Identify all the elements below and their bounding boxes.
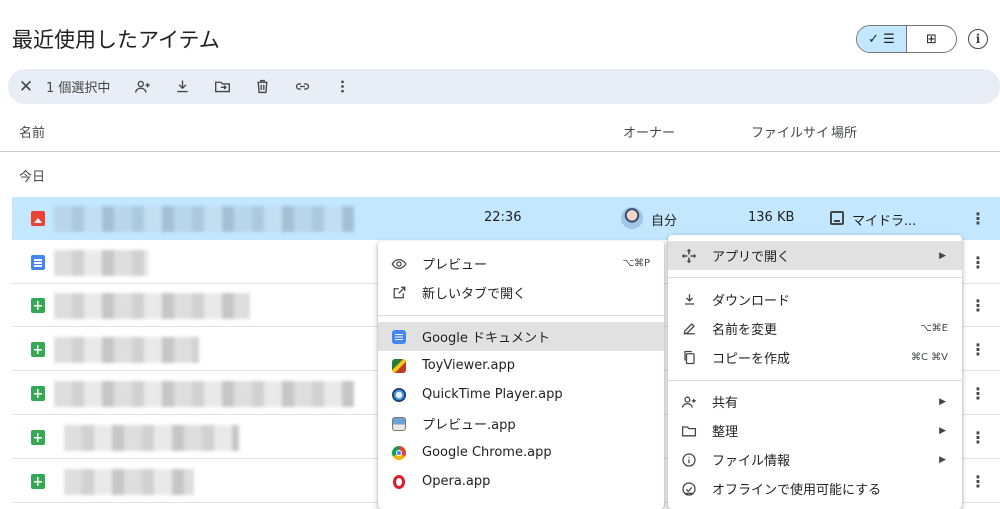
table-header: 名前 オーナー ファイルサイ 場所 xyxy=(0,110,1000,152)
file-name-redacted xyxy=(54,206,354,232)
view-toggle[interactable]: ✓ ☰ ⊞ xyxy=(856,25,957,53)
info-icon xyxy=(680,451,698,469)
opera-icon xyxy=(393,474,405,489)
trash-icon[interactable] xyxy=(242,69,282,104)
file-name-redacted xyxy=(54,250,149,276)
chevron-right-icon: ▶ xyxy=(939,425,946,436)
avatar xyxy=(621,207,643,229)
sheet-file-icon xyxy=(31,342,45,357)
google-docs-icon xyxy=(392,329,406,344)
page-title: 最近使用したアイテム xyxy=(12,28,220,52)
menu-item-share[interactable]: 共有 ▶ xyxy=(668,387,962,416)
chevron-right-icon: ▶ xyxy=(939,250,946,261)
row-more-icon[interactable]: ⋮ xyxy=(968,340,988,359)
sheet-file-icon xyxy=(31,474,45,489)
link-icon[interactable] xyxy=(282,69,322,104)
menu-item-opera[interactable]: Opera.app xyxy=(378,467,664,496)
open-in-new-icon xyxy=(390,284,408,302)
file-name-redacted xyxy=(54,337,199,363)
menu-item-download[interactable]: ダウンロード xyxy=(668,285,962,314)
selection-count: 1 個選択中 xyxy=(46,81,111,96)
row-more-icon[interactable]: ⋮ xyxy=(968,296,988,315)
move-icon[interactable] xyxy=(202,69,242,104)
chevron-right-icon: ▶ xyxy=(939,454,946,465)
offline-check-icon xyxy=(680,480,698,498)
info-icon[interactable]: i xyxy=(968,29,988,49)
file-size: 136 KB xyxy=(748,210,795,225)
add-person-icon xyxy=(680,393,698,411)
row-more-icon[interactable]: ⋮ xyxy=(968,253,988,272)
list-view-button[interactable]: ✓ ☰ xyxy=(857,26,907,52)
toyviewer-icon xyxy=(392,358,406,373)
table-row-selected[interactable]: 22:36 自分 136 KB マイドラ... ⋮ xyxy=(12,197,1000,240)
file-location: マイドラ... xyxy=(852,214,917,229)
menu-item-preview-app[interactable]: プレビュー.app xyxy=(378,409,664,438)
row-more-icon[interactable]: ⋮ xyxy=(968,384,988,403)
open-with-submenu: プレビュー ⌥⌘P 新しいタブで開く Google ドキュメント ToyView… xyxy=(378,241,664,509)
group-label: 今日 xyxy=(19,170,46,185)
menu-item-google-docs[interactable]: Google ドキュメント xyxy=(378,322,664,351)
menu-item-rename[interactable]: 名前を変更 ⌥⌘E xyxy=(668,314,962,343)
menu-item-organize[interactable]: 整理 ▶ xyxy=(668,416,962,445)
download-icon xyxy=(680,291,698,309)
menu-item-offline[interactable]: オフラインで使用可能にする xyxy=(668,474,962,503)
pencil-icon xyxy=(680,320,698,338)
owner-name: 自分 xyxy=(651,214,678,229)
copy-icon xyxy=(680,349,698,367)
row-more-icon[interactable]: ⋮ xyxy=(968,428,988,447)
add-person-icon[interactable] xyxy=(122,69,162,104)
doc-file-icon xyxy=(31,255,45,270)
column-header-name[interactable]: 名前 xyxy=(19,122,45,141)
file-name-redacted xyxy=(64,425,239,451)
menu-item-quicktime[interactable]: QuickTime Player.app xyxy=(378,380,664,409)
menu-item-chrome[interactable]: Google Chrome.app xyxy=(378,438,664,467)
menu-item-toyviewer[interactable]: ToyViewer.app xyxy=(378,351,664,380)
row-more-icon[interactable]: ⋮ xyxy=(968,209,988,228)
quicktime-icon xyxy=(392,387,406,402)
modified-time: 22:36 xyxy=(484,210,522,225)
chrome-icon xyxy=(392,445,406,460)
sheet-file-icon xyxy=(31,430,45,445)
selection-toolbar: ✕ 1 個選択中 xyxy=(8,69,1000,104)
my-drive-icon xyxy=(830,211,844,225)
context-menu: アプリで開く ▶ ダウンロード 名前を変更 ⌥⌘E コピーを作成 ⌘C ⌘V 共… xyxy=(668,235,962,509)
menu-item-open-with[interactable]: アプリで開く ▶ xyxy=(668,241,962,270)
menu-divider xyxy=(378,315,664,316)
sheet-file-icon xyxy=(31,298,45,313)
eye-icon xyxy=(390,255,408,273)
more-vert-icon[interactable] xyxy=(322,69,362,104)
preview-app-icon xyxy=(392,416,406,431)
menu-divider xyxy=(668,277,962,278)
grid-view-button[interactable]: ⊞ xyxy=(907,26,956,52)
close-icon[interactable]: ✕ xyxy=(8,77,44,97)
image-file-icon xyxy=(31,211,45,226)
chevron-right-icon: ▶ xyxy=(939,396,946,407)
column-header-owner[interactable]: オーナー xyxy=(623,122,675,141)
column-header-location[interactable]: 場所 xyxy=(831,122,857,141)
menu-divider xyxy=(668,380,962,381)
download-icon[interactable] xyxy=(162,69,202,104)
menu-item-preview[interactable]: プレビュー ⌥⌘P xyxy=(378,249,664,278)
column-header-size[interactable]: ファイルサイ xyxy=(751,122,829,141)
menu-item-make-copy[interactable]: コピーを作成 ⌘C ⌘V xyxy=(668,343,962,372)
menu-item-open-new-tab[interactable]: 新しいタブで開く xyxy=(378,278,664,307)
open-with-icon xyxy=(680,247,698,265)
row-more-icon[interactable]: ⋮ xyxy=(968,472,988,491)
file-name-redacted xyxy=(54,293,250,319)
file-name-redacted xyxy=(64,469,194,495)
file-name-redacted xyxy=(54,381,354,407)
sheet-file-icon xyxy=(31,386,45,401)
folder-icon xyxy=(680,422,698,440)
menu-item-file-info[interactable]: ファイル情報 ▶ xyxy=(668,445,962,474)
